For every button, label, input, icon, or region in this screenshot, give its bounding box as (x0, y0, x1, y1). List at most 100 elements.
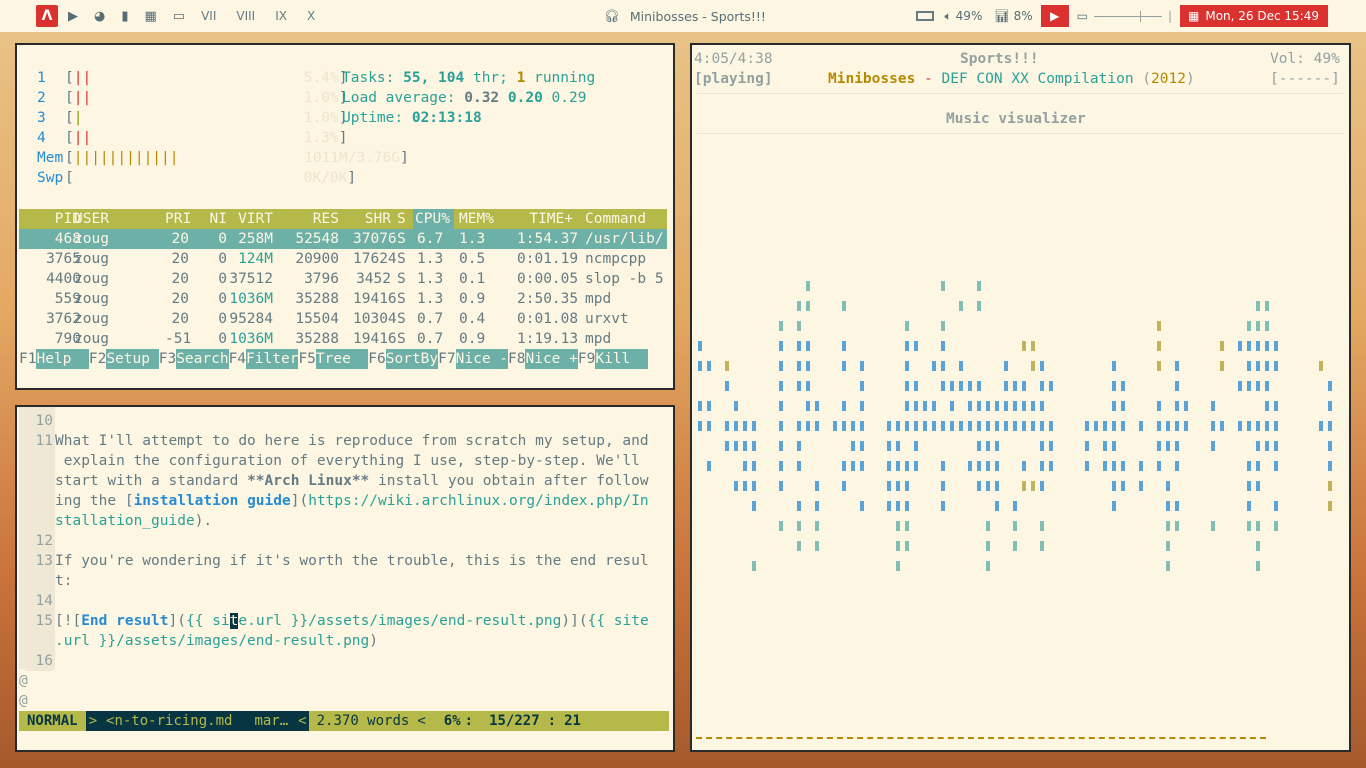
fkey-label-f5[interactable]: Tree (315, 349, 369, 369)
fkey-f9[interactable]: F9 (578, 351, 595, 367)
process-row[interactable]: 3765 zoug 20 0 124M 20900 17624 S 1.3 0.5 0:01.19 n… (19, 249, 667, 269)
visualizer-bar (1157, 341, 1161, 351)
visualizer-bar (977, 461, 981, 471)
ncmpcpp-window[interactable]: 4:05/4:38 Sports!!! Vol: 49% [playing] M… (690, 43, 1351, 752)
meter-value: 0K/0K (303, 170, 348, 186)
text-line[interactable]: t: (55, 571, 72, 591)
visualizer-bar (1256, 381, 1260, 391)
visualizer-bar (1274, 421, 1278, 431)
fkey-label-f1[interactable]: Help (36, 349, 89, 369)
text-line[interactable]: stallation_guide). (55, 511, 212, 531)
visualizer-bar (797, 421, 801, 431)
meter-label: Mem (37, 150, 64, 166)
visualizer-bar (860, 381, 864, 391)
fkey-label-f7[interactable]: Nice - (455, 349, 509, 369)
fkey-f7[interactable]: F7 (438, 351, 455, 367)
fkey-label-f9[interactable]: Kill (595, 349, 648, 369)
film-icon[interactable]: ▦ (139, 5, 163, 27)
column-header-res[interactable]: RES (291, 209, 339, 229)
fkey-f2[interactable]: F2 (89, 351, 106, 367)
visualizer-bar (923, 401, 927, 411)
workspace-9[interactable]: IX (265, 9, 297, 23)
meter-bar: || (73, 70, 92, 86)
top-bar: ᐱ ▶ ◕ ▮ ▦ ▭ VII VIII IX X 🎧︎ Minibosses … (0, 0, 1366, 32)
bookmark-icon[interactable]: ▮ (115, 5, 134, 27)
fkey-label-f3[interactable]: Search (176, 349, 229, 369)
visualizer-bar (1265, 401, 1269, 411)
visualizer-bar (860, 401, 864, 411)
vim-window[interactable]: 10 11 What I'll attempt to do here is repr… (15, 405, 675, 752)
column-header-command[interactable]: Command (585, 209, 646, 229)
fkey-label-f8[interactable]: Nice + (525, 349, 578, 369)
volume-slider[interactable] (1093, 10, 1162, 22)
visualizer-bar (752, 561, 756, 571)
fkey-f5[interactable]: F5 (298, 351, 315, 367)
column-header-user[interactable]: USER (74, 209, 109, 229)
visualizer-bar (1157, 441, 1161, 451)
visualizer-bar (896, 501, 900, 511)
mode-indicator: NORMAL (27, 713, 78, 729)
fkey-label-f6[interactable]: SortBy (385, 349, 439, 369)
arch-icon[interactable]: ᐱ (36, 5, 58, 27)
fkey-label-f4[interactable]: Filter (246, 349, 299, 369)
monitor-icon[interactable]: ▭ (167, 5, 191, 27)
column-header-virt[interactable]: VIRT (227, 209, 273, 229)
firefox-icon[interactable]: ◕ (88, 5, 111, 27)
visualizer-bar (1256, 301, 1260, 311)
visualizer-bar (896, 541, 900, 551)
column-header-time[interactable]: TIME+ (517, 209, 573, 229)
process-row[interactable]: 790 zoug -51 0 1036M 35288 19416 S 0.7 0.9 1:19.13… (19, 329, 667, 349)
progress-bar[interactable] (696, 737, 1266, 739)
play-icon[interactable]: ▶ (1040, 5, 1069, 27)
column-header-ni[interactable]: NI (205, 209, 227, 229)
visualizer-bar (1211, 421, 1215, 431)
play-circle-icon[interactable]: ▶ (62, 5, 84, 27)
text-line[interactable]: If you're wondering if it's worth the tr… (55, 551, 649, 571)
speaker-icon[interactable]: 🔈︎ (944, 9, 951, 24)
process-row[interactable]: 3762 zoug 20 0 95284 15504 10304 S 0.7 0.4 0:01.08… (19, 309, 667, 329)
fkey-f6[interactable]: F6 (368, 351, 385, 367)
process-table-header[interactable]: PID USER PRI NI VIRT RES SHR S CPU% MEM% TIME+ Comm… (19, 209, 667, 229)
column-header-shr[interactable]: SHR (353, 209, 391, 229)
text-line[interactable]: explain the configuration of everything … (55, 451, 640, 471)
workspace-10[interactable]: X (297, 9, 325, 23)
fkey-f3[interactable]: F3 (159, 351, 176, 367)
workspace-8[interactable]: VIII (226, 9, 265, 23)
fkey-f8[interactable]: F8 (508, 351, 525, 367)
visualizer-bar (842, 421, 846, 431)
column-header-s[interactable]: S (397, 209, 406, 229)
visualizer-bar (1328, 421, 1332, 431)
date-badge[interactable]: ▦ Mon, 26 Dec 15:49 (1180, 5, 1328, 27)
column-header-pri[interactable]: PRI (165, 209, 191, 229)
volume-text: 49% (955, 9, 983, 23)
workspace-7[interactable]: VII (191, 9, 226, 23)
visualizer-bar (887, 461, 891, 471)
process-row[interactable]: 4400 zoug 20 0 37512 3796 3452 S 1.3 0.1 0:00.05 sl… (19, 269, 667, 289)
visualizer-bar (797, 501, 801, 511)
column-header-mem[interactable]: MEM% (459, 209, 494, 229)
process-row[interactable]: 468 zoug 20 0 258M 52548 37076 S 6.7 1.3 1:54.37/u… (19, 229, 667, 249)
htop-window[interactable]: 1 [|| 5.4%] 2 [|| 1.0%] 3 [| 1.0%] 4 [|| 1.3%] Mem [|… (15, 43, 675, 390)
cell-ni: 0 (218, 271, 227, 287)
cell-s: S (397, 311, 406, 327)
display-icon[interactable]: ▭ (1077, 9, 1088, 23)
visualizer-bar (986, 461, 990, 471)
visualizer-bar (797, 521, 801, 531)
text-line[interactable]: ing the [installation guide](https://wik… (55, 491, 649, 511)
cell-user: zoug (74, 291, 109, 307)
visualizer-bar (1040, 361, 1044, 371)
fkey-f1[interactable]: F1 (19, 351, 36, 367)
visualizer-bar (977, 481, 981, 491)
fkey-label-f2[interactable]: Setup (106, 349, 159, 369)
text-line[interactable]: start with a standard **Arch Linux** ins… (55, 471, 649, 491)
visualizer-bar (941, 501, 945, 511)
text-line[interactable]: .url }}/assets/images/end-result.png) (55, 631, 378, 651)
visualizer-bar (941, 381, 945, 391)
text-segment: ing the [ (55, 493, 134, 509)
column-header-cpu[interactable]: CPU% (413, 209, 454, 229)
text-segment: ) (369, 633, 379, 649)
text-line[interactable]: What I'll attempt to do here is reproduc… (55, 431, 649, 451)
process-row[interactable]: 559 zoug 20 0 1036M 35288 19416 S 1.3 0.9 2:50.35 m… (19, 289, 667, 309)
fkey-f4[interactable]: F4 (229, 351, 246, 367)
text-line[interactable]: [![End result]({{ site.url }}/assets/ima… (55, 611, 649, 631)
